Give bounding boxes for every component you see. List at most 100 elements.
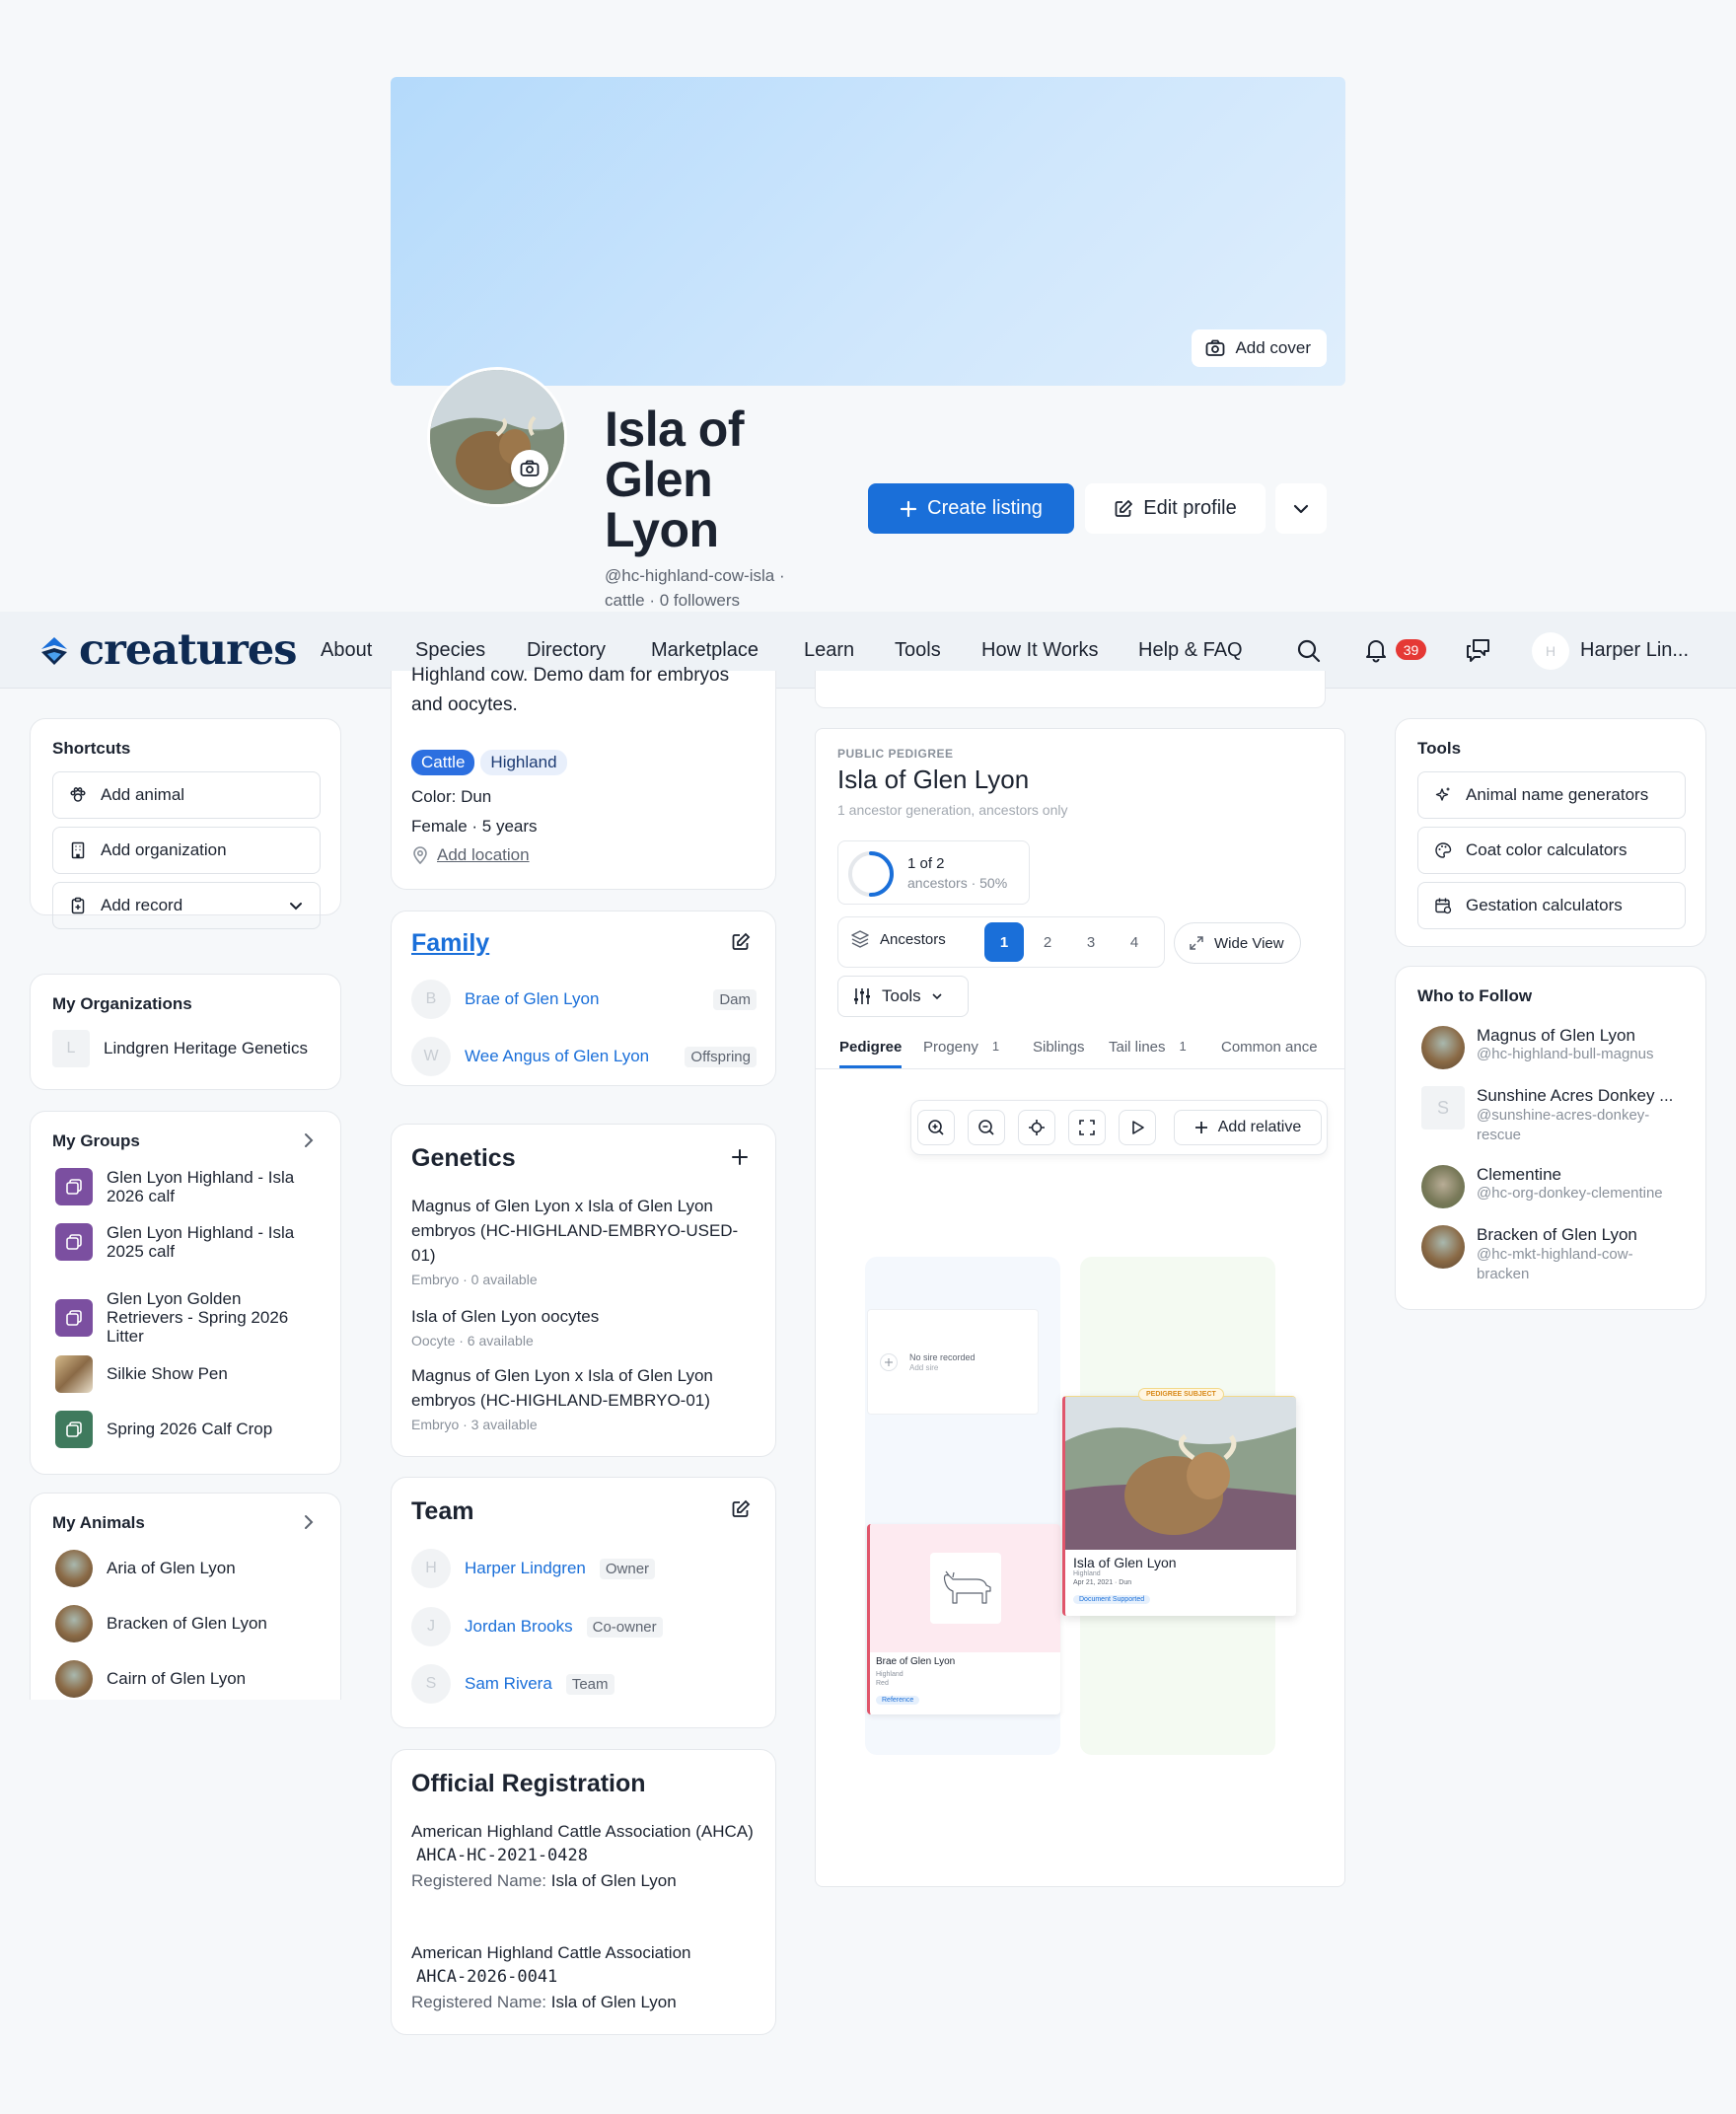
team-member[interactable]: J Jordan Brooks Co-owner — [411, 1607, 663, 1646]
registration-entry: American Highland Cattle Association (AH… — [411, 1819, 757, 1893]
user-name[interactable]: Harper Lin... — [1580, 639, 1689, 662]
nav-learn[interactable]: Learn — [804, 639, 854, 662]
follow-avatar: S — [1421, 1086, 1465, 1130]
location-pin-icon — [411, 845, 429, 865]
nav-directory[interactable]: Directory — [527, 639, 606, 662]
follow-item[interactable]: Bracken of Glen Lyon @hc-mkt-highland-cow… — [1421, 1225, 1654, 1284]
add-organization-button[interactable]: Add organization — [52, 827, 321, 874]
play-icon[interactable] — [1119, 1110, 1156, 1145]
messages-icon[interactable] — [1465, 637, 1492, 663]
zoom-in-icon[interactable] — [917, 1110, 955, 1145]
animal-photo — [55, 1605, 93, 1642]
org-name: Lindgren Heritage Genetics — [104, 1039, 308, 1057]
group-photo — [55, 1355, 93, 1393]
add-relative-button[interactable]: Add relative — [1174, 1110, 1322, 1145]
shortcuts-title: Shortcuts — [52, 739, 131, 758]
tab-common-ancestors[interactable]: Common ance — [1221, 1039, 1325, 1056]
chevron-right-icon[interactable] — [301, 1513, 317, 1531]
family-member[interactable]: B Brae of Glen Lyon Dam — [411, 980, 757, 1019]
edit-icon[interactable] — [731, 932, 751, 952]
gestation-button[interactable]: Gestation calculators — [1417, 882, 1686, 929]
follow-item[interactable]: S Sunshine Acres Donkey ... @sunshine-acr… — [1421, 1086, 1684, 1145]
tag-cattle[interactable]: Cattle — [411, 750, 475, 775]
user-avatar[interactable]: H — [1532, 632, 1569, 670]
subject-card[interactable]: Isla of Glen Lyon Highland Apr 21, 2021 … — [1062, 1396, 1296, 1616]
chevron-right-icon[interactable] — [301, 1131, 317, 1149]
palette-icon — [1434, 841, 1452, 859]
group-item[interactable]: Silkie Show Pen — [55, 1355, 322, 1393]
family-title[interactable]: Family — [411, 929, 489, 958]
follow-item[interactable]: Clementine @hc-org-donkey-clementine — [1421, 1165, 1663, 1208]
tab-tail-lines[interactable]: Tail lines 1 — [1109, 1039, 1187, 1056]
add-record-button[interactable]: Add record — [52, 882, 321, 929]
pedigree-kicker: PUBLIC PEDIGREE — [837, 747, 954, 761]
follow-item[interactable]: Magnus of Glen Lyon @hc-highland-bull-mag… — [1421, 1026, 1654, 1069]
org-item[interactable]: L Lindgren Heritage Genetics — [52, 1030, 319, 1067]
animal-item[interactable]: Cairn of Glen Lyon — [55, 1660, 246, 1698]
genetics-item[interactable]: Magnus of Glen Lyon x Isla of Glen Lyon … — [411, 1194, 757, 1291]
registration-title: Official Registration — [411, 1770, 646, 1797]
bell-icon[interactable] — [1364, 637, 1388, 663]
nav-help-faq[interactable]: Help & FAQ — [1138, 639, 1243, 662]
add-cover-button[interactable]: Add cover — [1192, 329, 1327, 367]
edit-icon[interactable] — [731, 1499, 751, 1519]
tag-highland[interactable]: Highland — [480, 750, 567, 775]
group-item[interactable]: Glen Lyon Highland - Isla 2026 calf — [55, 1168, 322, 1205]
tools-card: Tools Animal name generators Coat color … — [1395, 718, 1706, 947]
group-item[interactable]: Glen Lyon Golden Retrievers - Spring 202… — [55, 1289, 322, 1346]
tab-siblings[interactable]: Siblings — [1033, 1039, 1085, 1056]
nav-how-it-works[interactable]: How It Works — [981, 639, 1099, 662]
subject-name: Isla of Glen Lyon — [1073, 1555, 1177, 1570]
group-icon — [55, 1411, 93, 1448]
animal-item[interactable]: Aria of Glen Lyon — [55, 1550, 236, 1587]
add-location-link[interactable]: Add location — [411, 845, 530, 865]
tab-progeny[interactable]: Progeny 1 — [923, 1039, 999, 1056]
generation-2-button[interactable]: 2 — [1028, 922, 1067, 962]
create-listing-button[interactable]: Create listing — [868, 483, 1074, 534]
profile-avatar[interactable] — [427, 367, 567, 507]
genetics-item[interactable]: Magnus of Glen Lyon x Isla of Glen Lyon … — [411, 1363, 757, 1436]
team-member[interactable]: S Sam Rivera Team — [411, 1664, 615, 1704]
add-animal-button[interactable]: Add animal — [52, 771, 321, 819]
change-avatar-button[interactable] — [511, 450, 548, 487]
more-options-button[interactable] — [1275, 483, 1327, 534]
family-member[interactable]: W Wee Angus of Glen Lyon Offspring — [411, 1037, 757, 1076]
genetics-item[interactable]: Isla of Glen Lyon oocytes Oocyte · 6 ava… — [411, 1304, 757, 1352]
plus-icon[interactable] — [731, 1148, 749, 1166]
ancestors-toggle[interactable]: Ancestors — [850, 929, 946, 949]
nav-about[interactable]: About — [321, 639, 372, 662]
chevron-down-icon — [1292, 500, 1310, 518]
fullscreen-icon[interactable] — [1068, 1110, 1106, 1145]
group-item[interactable]: Glen Lyon Highland - Isla 2025 calf — [55, 1223, 322, 1261]
dam-card[interactable]: Brae of Glen Lyon Highland Red Reference — [867, 1524, 1060, 1714]
clipboard-icon — [69, 897, 87, 914]
generation-3-button[interactable]: 3 — [1071, 922, 1111, 962]
plus-icon — [900, 500, 917, 518]
team-member[interactable]: H Harper Lindgren Owner — [411, 1549, 656, 1588]
animal-item[interactable]: Bracken of Glen Lyon — [55, 1605, 267, 1642]
tab-pedigree[interactable]: Pedigree — [839, 1039, 903, 1068]
generation-1-button[interactable]: 1 — [984, 922, 1024, 962]
family-card: Family B Brae of Glen Lyon Dam W Wee Ang… — [391, 911, 776, 1086]
wide-view-button[interactable]: Wide View — [1174, 922, 1301, 964]
registration-entry: American Highland Cattle Association AHC… — [411, 1940, 757, 2014]
generation-4-button[interactable]: 4 — [1115, 922, 1154, 962]
tools-dropdown[interactable]: Tools — [837, 976, 969, 1017]
group-item[interactable]: Spring 2026 Calf Crop — [55, 1411, 322, 1448]
name-generators-button[interactable]: Animal name generators — [1417, 771, 1686, 819]
color-text: Color: Dun — [411, 787, 492, 806]
nav-species[interactable]: Species — [415, 639, 485, 662]
empty-sire-slot[interactable]: No sire recorded Add sire — [867, 1309, 1039, 1415]
nav-tools[interactable]: Tools — [895, 639, 941, 662]
coat-color-button[interactable]: Coat color calculators — [1417, 827, 1686, 874]
site-logo[interactable]: creatures — [37, 629, 297, 672]
nav-marketplace[interactable]: Marketplace — [651, 639, 759, 662]
center-icon[interactable] — [1018, 1110, 1055, 1145]
search-icon[interactable] — [1296, 638, 1322, 664]
animals-title: My Animals — [52, 1513, 145, 1532]
plus-icon — [1194, 1121, 1208, 1134]
building-icon — [69, 841, 87, 859]
sparkle-icon — [1434, 786, 1452, 804]
edit-profile-button[interactable]: Edit profile — [1085, 483, 1266, 534]
zoom-out-icon[interactable] — [968, 1110, 1005, 1145]
